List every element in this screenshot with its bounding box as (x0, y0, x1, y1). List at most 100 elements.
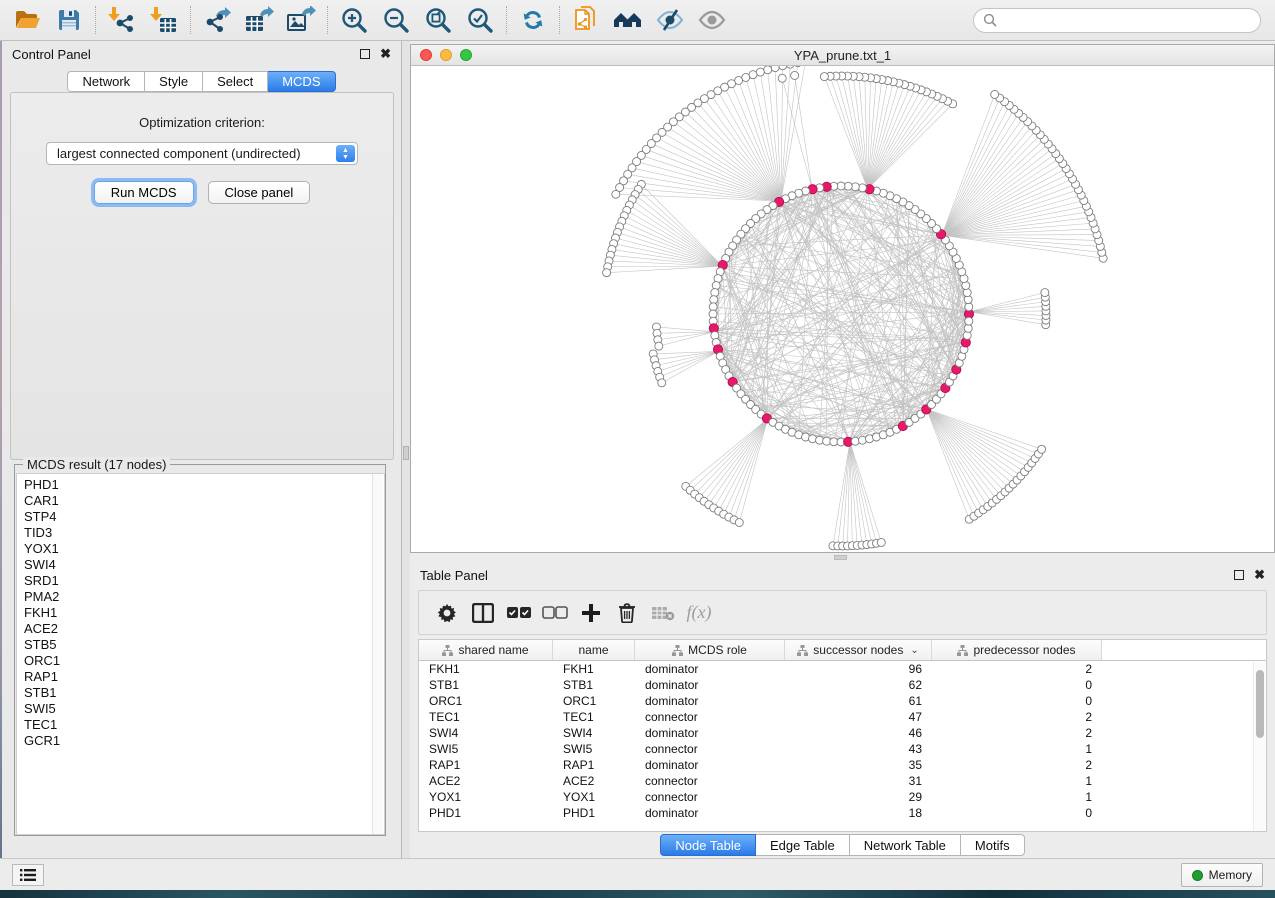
export-table-icon[interactable] (238, 3, 280, 37)
cell-name: RAP1 (553, 758, 635, 772)
horizontal-splitter[interactable] (410, 553, 1275, 562)
mcds-result-item[interactable]: TEC1 (24, 717, 384, 733)
mcds-result-item[interactable]: FKH1 (24, 605, 384, 621)
select-all-icon[interactable] (501, 596, 537, 630)
ring-node (963, 289, 971, 297)
search-box[interactable] (973, 8, 1261, 33)
mcds-result-item[interactable]: STB1 (24, 685, 384, 701)
open-file-icon[interactable] (6, 3, 48, 37)
mcds-result-item[interactable]: CAR1 (24, 493, 384, 509)
hide-selected-eye-icon[interactable] (649, 3, 691, 37)
delete-row-icon[interactable] (609, 596, 645, 630)
mcds-result-item[interactable]: TID3 (24, 525, 384, 541)
column-header-name[interactable]: name (553, 640, 635, 660)
network-graph[interactable] (411, 66, 1274, 552)
tab-node-table[interactable]: Node Table (660, 834, 756, 856)
splitter-grip[interactable] (834, 555, 847, 560)
leaf-node (603, 269, 611, 277)
mcds-result-item[interactable]: PHD1 (24, 477, 384, 493)
column-header-shared-name[interactable]: shared name (419, 640, 553, 660)
add-row-icon[interactable] (573, 596, 609, 630)
main-toolbar (0, 0, 1275, 41)
node-table[interactable]: shared namenameMCDS rolesuccessor nodes⌄… (418, 639, 1267, 832)
mcds-result-item[interactable]: STP4 (24, 509, 384, 525)
tab-network-table[interactable]: Network Table (850, 834, 961, 856)
desktop-wallpaper-bottom (0, 890, 1275, 898)
table-scrollbar[interactable] (1253, 662, 1265, 831)
tab-select[interactable]: Select (203, 71, 268, 92)
vertical-splitter[interactable] (402, 41, 410, 858)
mcds-list-scrollbar[interactable] (372, 474, 383, 834)
mcds-result-item[interactable]: RAP1 (24, 669, 384, 685)
table-row[interactable]: STB1STB1dominator620 (419, 677, 1266, 693)
close-panel-button[interactable]: Close panel (208, 181, 311, 204)
cell-MCDS-role: dominator (635, 694, 785, 708)
table-row[interactable]: ACE2ACE2connector311 (419, 773, 1266, 789)
network-canvas[interactable] (411, 66, 1274, 552)
float-panel-icon[interactable] (1234, 570, 1244, 580)
cell-predecessor-nodes: 0 (932, 694, 1102, 708)
network-view-titlebar[interactable]: YPA_prune.txt_1 (411, 45, 1274, 66)
mcds-result-item[interactable]: SWI5 (24, 701, 384, 717)
first-neighbors-icon[interactable] (607, 3, 649, 37)
delete-table-icon[interactable] (645, 596, 681, 630)
import-network-icon[interactable] (101, 3, 143, 37)
cell-predecessor-nodes: 2 (932, 726, 1102, 740)
deselect-all-icon[interactable] (537, 596, 573, 630)
run-mcds-button[interactable]: Run MCDS (94, 181, 194, 204)
table-panel-titlebar: Table Panel ✖ (410, 562, 1275, 588)
table-row[interactable]: RAP1RAP1dominator352 (419, 757, 1266, 773)
function-fx-icon[interactable]: f(x) (681, 596, 717, 630)
mcds-result-item[interactable]: YOX1 (24, 541, 384, 557)
criterion-dropdown[interactable]: largest connected component (undirected)… (46, 142, 358, 165)
show-all-eye-icon[interactable] (691, 3, 733, 37)
refresh-icon[interactable] (512, 3, 554, 37)
control-panel-title: Control Panel (12, 47, 91, 62)
save-session-icon[interactable] (48, 3, 90, 37)
export-image-icon[interactable] (280, 3, 322, 37)
column-header-predecessor-nodes[interactable]: predecessor nodes (932, 640, 1102, 660)
clone-network-icon[interactable] (565, 3, 607, 37)
task-history-button[interactable] (12, 864, 44, 886)
tab-motifs[interactable]: Motifs (961, 834, 1025, 856)
table-row[interactable]: SWI5SWI5connector431 (419, 741, 1266, 757)
cell-shared-name: ACE2 (419, 774, 553, 788)
column-header-MCDS-role[interactable]: MCDS role (635, 640, 785, 660)
mcds-result-item[interactable]: SWI4 (24, 557, 384, 573)
mcds-result-item[interactable]: STB5 (24, 637, 384, 653)
mcds-result-item[interactable]: GCR1 (24, 733, 384, 749)
leaf-node (735, 519, 743, 527)
close-panel-icon[interactable]: ✖ (1254, 570, 1265, 580)
search-input[interactable] (997, 12, 1251, 28)
mcds-result-list[interactable]: PHD1CAR1STP4TID3YOX1SWI4SRD1PMA2FKH1ACE2… (16, 473, 385, 835)
import-table-icon[interactable] (143, 3, 185, 37)
zoom-fit-icon[interactable] (417, 3, 459, 37)
tab-network[interactable]: Network (67, 71, 145, 92)
mcds-result-item[interactable]: PMA2 (24, 589, 384, 605)
tab-edge-table[interactable]: Edge Table (756, 834, 850, 856)
splitter-grip[interactable] (403, 446, 409, 460)
table-row[interactable]: YOX1YOX1connector291 (419, 789, 1266, 805)
export-network-icon[interactable] (196, 3, 238, 37)
float-panel-icon[interactable] (360, 49, 370, 59)
table-row[interactable]: PHD1PHD1dominator180 (419, 805, 1266, 821)
mcds-result-item[interactable]: ACE2 (24, 621, 384, 637)
mcds-result-item[interactable]: SRD1 (24, 573, 384, 589)
table-row[interactable]: FKH1FKH1dominator962 (419, 661, 1266, 677)
show-columns-icon[interactable] (465, 596, 501, 630)
tab-style[interactable]: Style (145, 71, 203, 92)
zoom-in-icon[interactable] (333, 3, 375, 37)
column-header-successor-nodes[interactable]: successor nodes⌄ (785, 640, 932, 660)
settings-gear-icon[interactable] (429, 596, 465, 630)
scrollbar-thumb[interactable] (1256, 670, 1264, 738)
table-row[interactable]: TEC1TEC1connector472 (419, 709, 1266, 725)
mcds-result-item[interactable]: ORC1 (24, 653, 384, 669)
memory-button[interactable]: Memory (1181, 863, 1263, 887)
zoom-selected-icon[interactable] (459, 3, 501, 37)
dropdown-stepper-icon: ▲▼ (336, 145, 355, 162)
zoom-out-icon[interactable] (375, 3, 417, 37)
table-row[interactable]: SWI4SWI4dominator462 (419, 725, 1266, 741)
tab-mcds[interactable]: MCDS (268, 71, 335, 92)
table-row[interactable]: ORC1ORC1dominator610 (419, 693, 1266, 709)
close-panel-icon[interactable]: ✖ (380, 49, 391, 59)
